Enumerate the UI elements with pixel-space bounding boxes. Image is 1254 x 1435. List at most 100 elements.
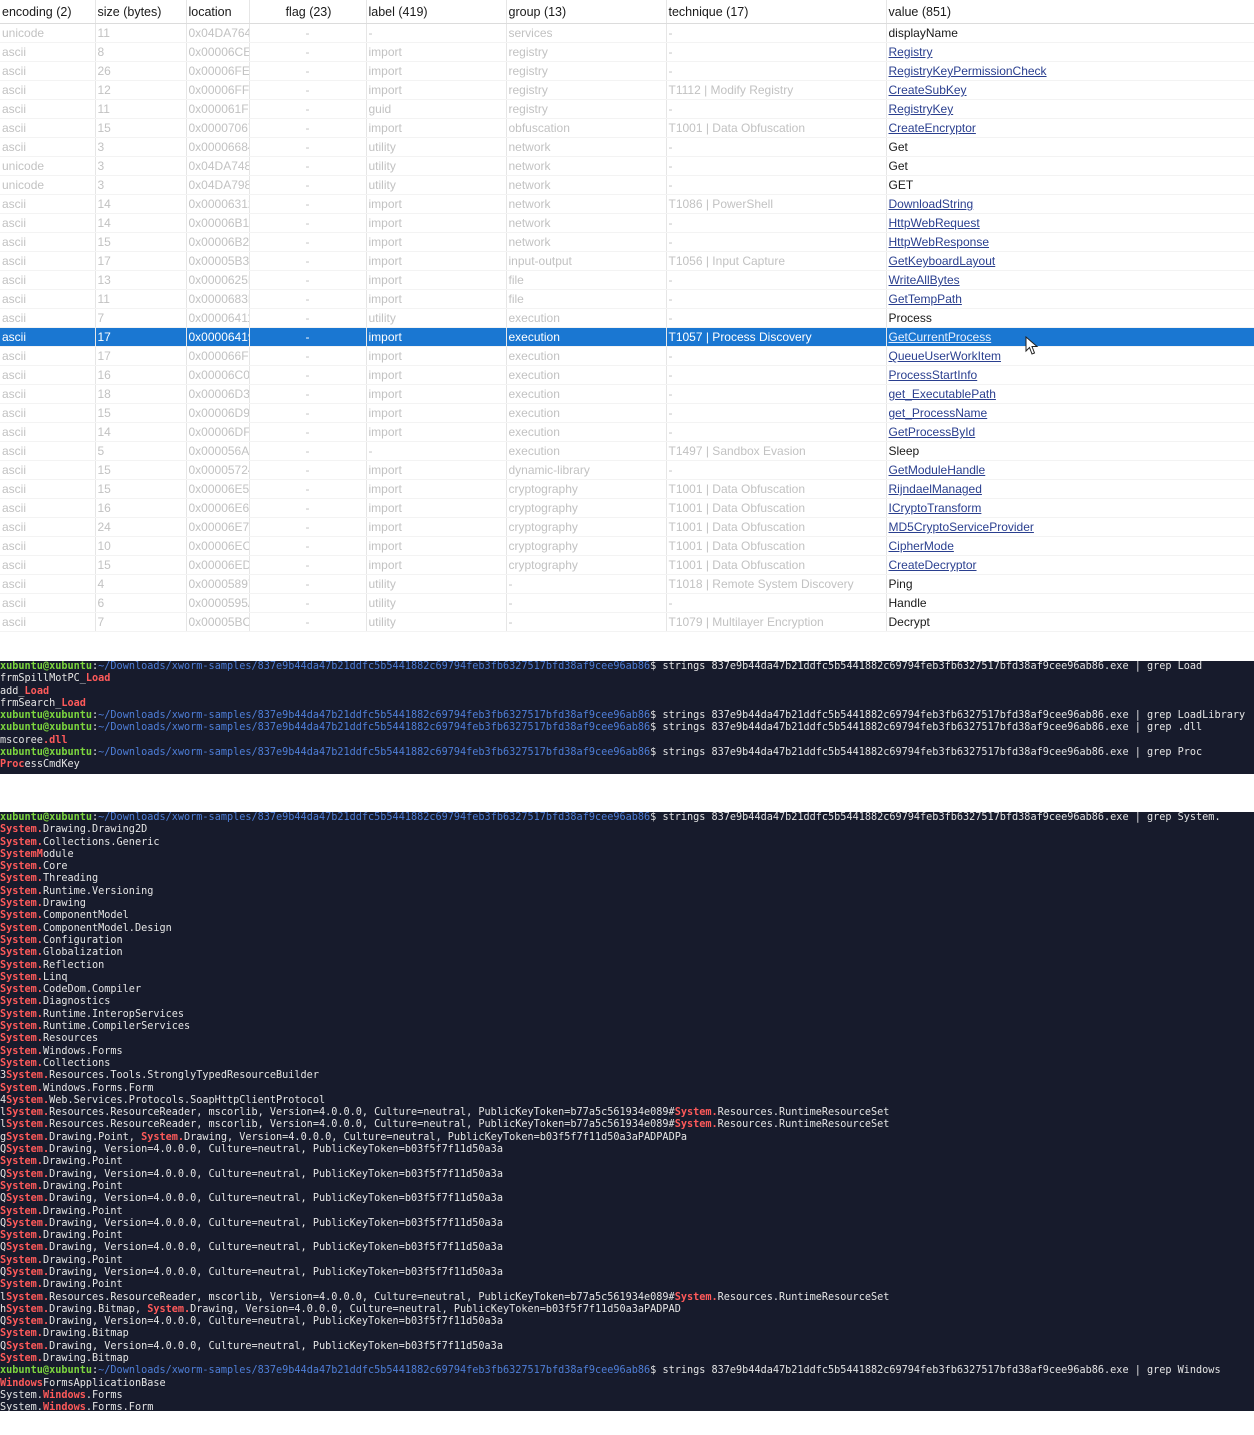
table-row[interactable]: ascii70x00005BC6-utility-T1079 | Multila… (0, 612, 1254, 632)
cell-size: 14 (95, 213, 187, 233)
table-row[interactable]: ascii50x000056AE--executionT1497 | Sandb… (0, 441, 1254, 461)
table-row[interactable]: ascii160x00006E60-importcryptographyT100… (0, 498, 1254, 518)
cell-label: import (366, 346, 507, 366)
column-header-group[interactable]: group (13) (506, 0, 667, 24)
cell-value[interactable]: RijndaelManaged (886, 479, 1254, 499)
column-header-label[interactable]: label (419) (366, 0, 507, 24)
cell-value[interactable]: CreateEncryptor (886, 118, 1254, 138)
column-header-encoding[interactable]: encoding (2) (0, 0, 96, 24)
table-row[interactable]: ascii140x00006DF9-importexecution-GetPro… (0, 422, 1254, 442)
cell-label: import (366, 42, 507, 62)
column-header-location[interactable]: location (186, 0, 250, 24)
cell-value[interactable]: WriteAllBytes (886, 270, 1254, 290)
cell-value[interactable]: CreateDecryptor (886, 555, 1254, 575)
cell-value[interactable]: GetProcessById (886, 422, 1254, 442)
table-row[interactable]: ascii 15 0x00005724- import dynamic-library -… (0, 460, 1254, 480)
terminal-line: System.Linq (0, 972, 1254, 984)
cell-value[interactable]: DownloadString (886, 194, 1254, 214)
table-row[interactable]: unicode30x04DA7986-utilitynetwork-GET (0, 175, 1254, 195)
output-text: odule (42, 848, 74, 860)
cell-value[interactable]: GetKeyboardLayout (886, 251, 1254, 271)
cell-technique: T1001 | Data Obfuscation (666, 517, 887, 537)
cell-value[interactable]: QueueUserWorkItem (886, 346, 1254, 366)
cell-flag: - (249, 365, 367, 385)
table-row[interactable]: ascii 15 0x00007067- import obfuscation T1001… (0, 118, 1254, 138)
cell-flag: - (249, 42, 367, 62)
output-text: Resources.RuntimeResourceSet (717, 1119, 890, 1131)
table-row[interactable]: ascii150x00006B25-importnetwork-HttpWebR… (0, 232, 1254, 252)
table-row[interactable]: ascii 3 0x00006684- utility network - Get (0, 137, 1254, 157)
cell-value[interactable]: Registry (886, 42, 1254, 62)
terminal-line: System.Configuration (0, 935, 1254, 947)
table-row[interactable]: ascii 7 0x00006411- utility execution - Proces… (0, 308, 1254, 328)
table-row[interactable]: ascii 14 0x00006312- import network T1086 | P… (0, 194, 1254, 214)
table-row[interactable]: ascii130x0000625B-importfile-WriteAllByt… (0, 270, 1254, 290)
table-row[interactable]: unicode30x04DA748E-utilitynetwork-Get (0, 156, 1254, 176)
cell-label: import (366, 327, 507, 347)
table-row[interactable]: ascii100x00006ECA-importcryptographyT100… (0, 536, 1254, 556)
output-text: Drawing, Version=4.0.0.0, Culture=neutra… (49, 1266, 503, 1278)
cell-group: services (506, 23, 667, 43)
terminal-line: 3System.Resources.Tools.StronglyTypedRes… (0, 1070, 1254, 1082)
table-row[interactable]: ascii160x00006C0F-importexecution-Proces… (0, 365, 1254, 385)
table-row[interactable]: ascii 17 0x00006419- import execution T1057 |… (0, 327, 1254, 347)
cell-value[interactable]: RegistryKeyPermissionCheck (886, 61, 1254, 81)
table-row[interactable]: ascii60x0000595A-utility--Handle (0, 593, 1254, 613)
output-text: Drawing (42, 898, 86, 910)
table-row[interactable]: ascii 11 0x000061F8- guid registry - RegistryK… (0, 99, 1254, 119)
table-row[interactable]: ascii80x00006CE6-importregistry-Registry (0, 42, 1254, 62)
column-header-flag[interactable]: flag (23) (249, 0, 367, 24)
table-row[interactable]: ascii110x0000683D-importfile-GetTempPath (0, 289, 1254, 309)
column-header-value[interactable]: value (851) (886, 0, 1254, 24)
cell-value[interactable]: MD5CryptoServiceProvider (886, 517, 1254, 537)
output-text: Configuration (42, 934, 123, 946)
terminal-grep-load[interactable]: xubuntu@xubuntu:~/Downloads/xworm-sample… (0, 661, 1254, 774)
terminal-grep-system[interactable]: xubuntu@xubuntu:~/Downloads/xworm-sample… (0, 812, 1254, 1411)
cell-size: 17 (95, 251, 187, 271)
cell-value[interactable]: GetTempPath (886, 289, 1254, 309)
column-header-size[interactable]: size (bytes) (95, 0, 187, 24)
terminal-line: lSystem.Resources.ResourceReader, mscorl… (0, 1107, 1254, 1119)
output-text: Drawing, Version=4.0.0.0, Culture=neutra… (49, 1316, 503, 1328)
table-row[interactable]: ascii150x00006EDE-importcryptographyT100… (0, 555, 1254, 575)
cell-value[interactable]: ICryptoTransform (886, 498, 1254, 518)
table-row[interactable]: ascii180x00006D3C-importexecution-get_Ex… (0, 384, 1254, 404)
table-row[interactable]: ascii170x00005B37-importinput-outputT105… (0, 251, 1254, 271)
table-body: unicode110x04DA764A--services-displayNam… (0, 23, 1254, 632)
table-row[interactable]: ascii120x00006FFB-importregistryT1112 | … (0, 80, 1254, 100)
table-row[interactable]: ascii150x00006D9C-importexecution-get_Pr… (0, 403, 1254, 423)
table-row[interactable]: unicode110x04DA764A--services-displayNam… (0, 23, 1254, 43)
table-row[interactable]: ascii260x00006FE0-importregistry-Registr… (0, 61, 1254, 81)
prompt-path: ~/Downloads/xworm-samples/837e9b44da47b2… (98, 661, 651, 672)
cell-value[interactable]: HttpWebResponse (886, 232, 1254, 252)
table-row[interactable]: ascii 17 0x000066F6- import execution - QueueU… (0, 346, 1254, 366)
cell-encoding: ascii (0, 403, 96, 423)
table-row[interactable]: ascii 4 0x00005897- utility - T1018 | Remote … (0, 574, 1254, 594)
output-text: Windows.Forms (42, 1045, 123, 1057)
cell-value[interactable]: GetModuleHandle (886, 460, 1254, 480)
cell-value[interactable]: ProcessStartInfo (886, 365, 1254, 385)
cell-flag: - (249, 137, 367, 157)
table-row[interactable]: ascii150x00006E50-importcryptographyT100… (0, 479, 1254, 499)
cell-location: 0x00005724 (186, 460, 250, 480)
cell-value[interactable]: RegistryKey (886, 99, 1254, 119)
cell-value[interactable]: get_ExecutablePath (886, 384, 1254, 404)
cell-group: input-output (506, 251, 667, 271)
cell-technique: T1057 | Process Discovery (666, 327, 887, 347)
cell-location: 0x00006D3C (186, 384, 250, 404)
table-row[interactable]: ascii140x00006B16-importnetwork-HttpWebR… (0, 213, 1254, 233)
prompt-user: xubuntu@xubuntu (0, 1365, 93, 1377)
cell-value[interactable]: get_ProcessName (886, 403, 1254, 423)
table-row[interactable]: ascii240x00006E71-importcryptographyT100… (0, 517, 1254, 537)
cell-technique: - (666, 232, 887, 252)
grep-match: System. (0, 959, 43, 971)
cell-value[interactable]: CipherMode (886, 536, 1254, 556)
output-text: Resources.ResourceReader, mscorlib, Vers… (49, 1291, 675, 1303)
column-header-technique[interactable]: technique (17) (666, 0, 887, 24)
cell-value[interactable]: HttpWebRequest (886, 213, 1254, 233)
cell-value[interactable]: GetCurrentProcess (886, 327, 1254, 347)
cell-size: 15 (95, 460, 187, 480)
cell-encoding: ascii (0, 517, 96, 537)
cell-value[interactable]: CreateSubKey (886, 80, 1254, 100)
terminal-line: xubuntu@xubuntu:~/Downloads/xworm-sample… (0, 812, 1254, 824)
